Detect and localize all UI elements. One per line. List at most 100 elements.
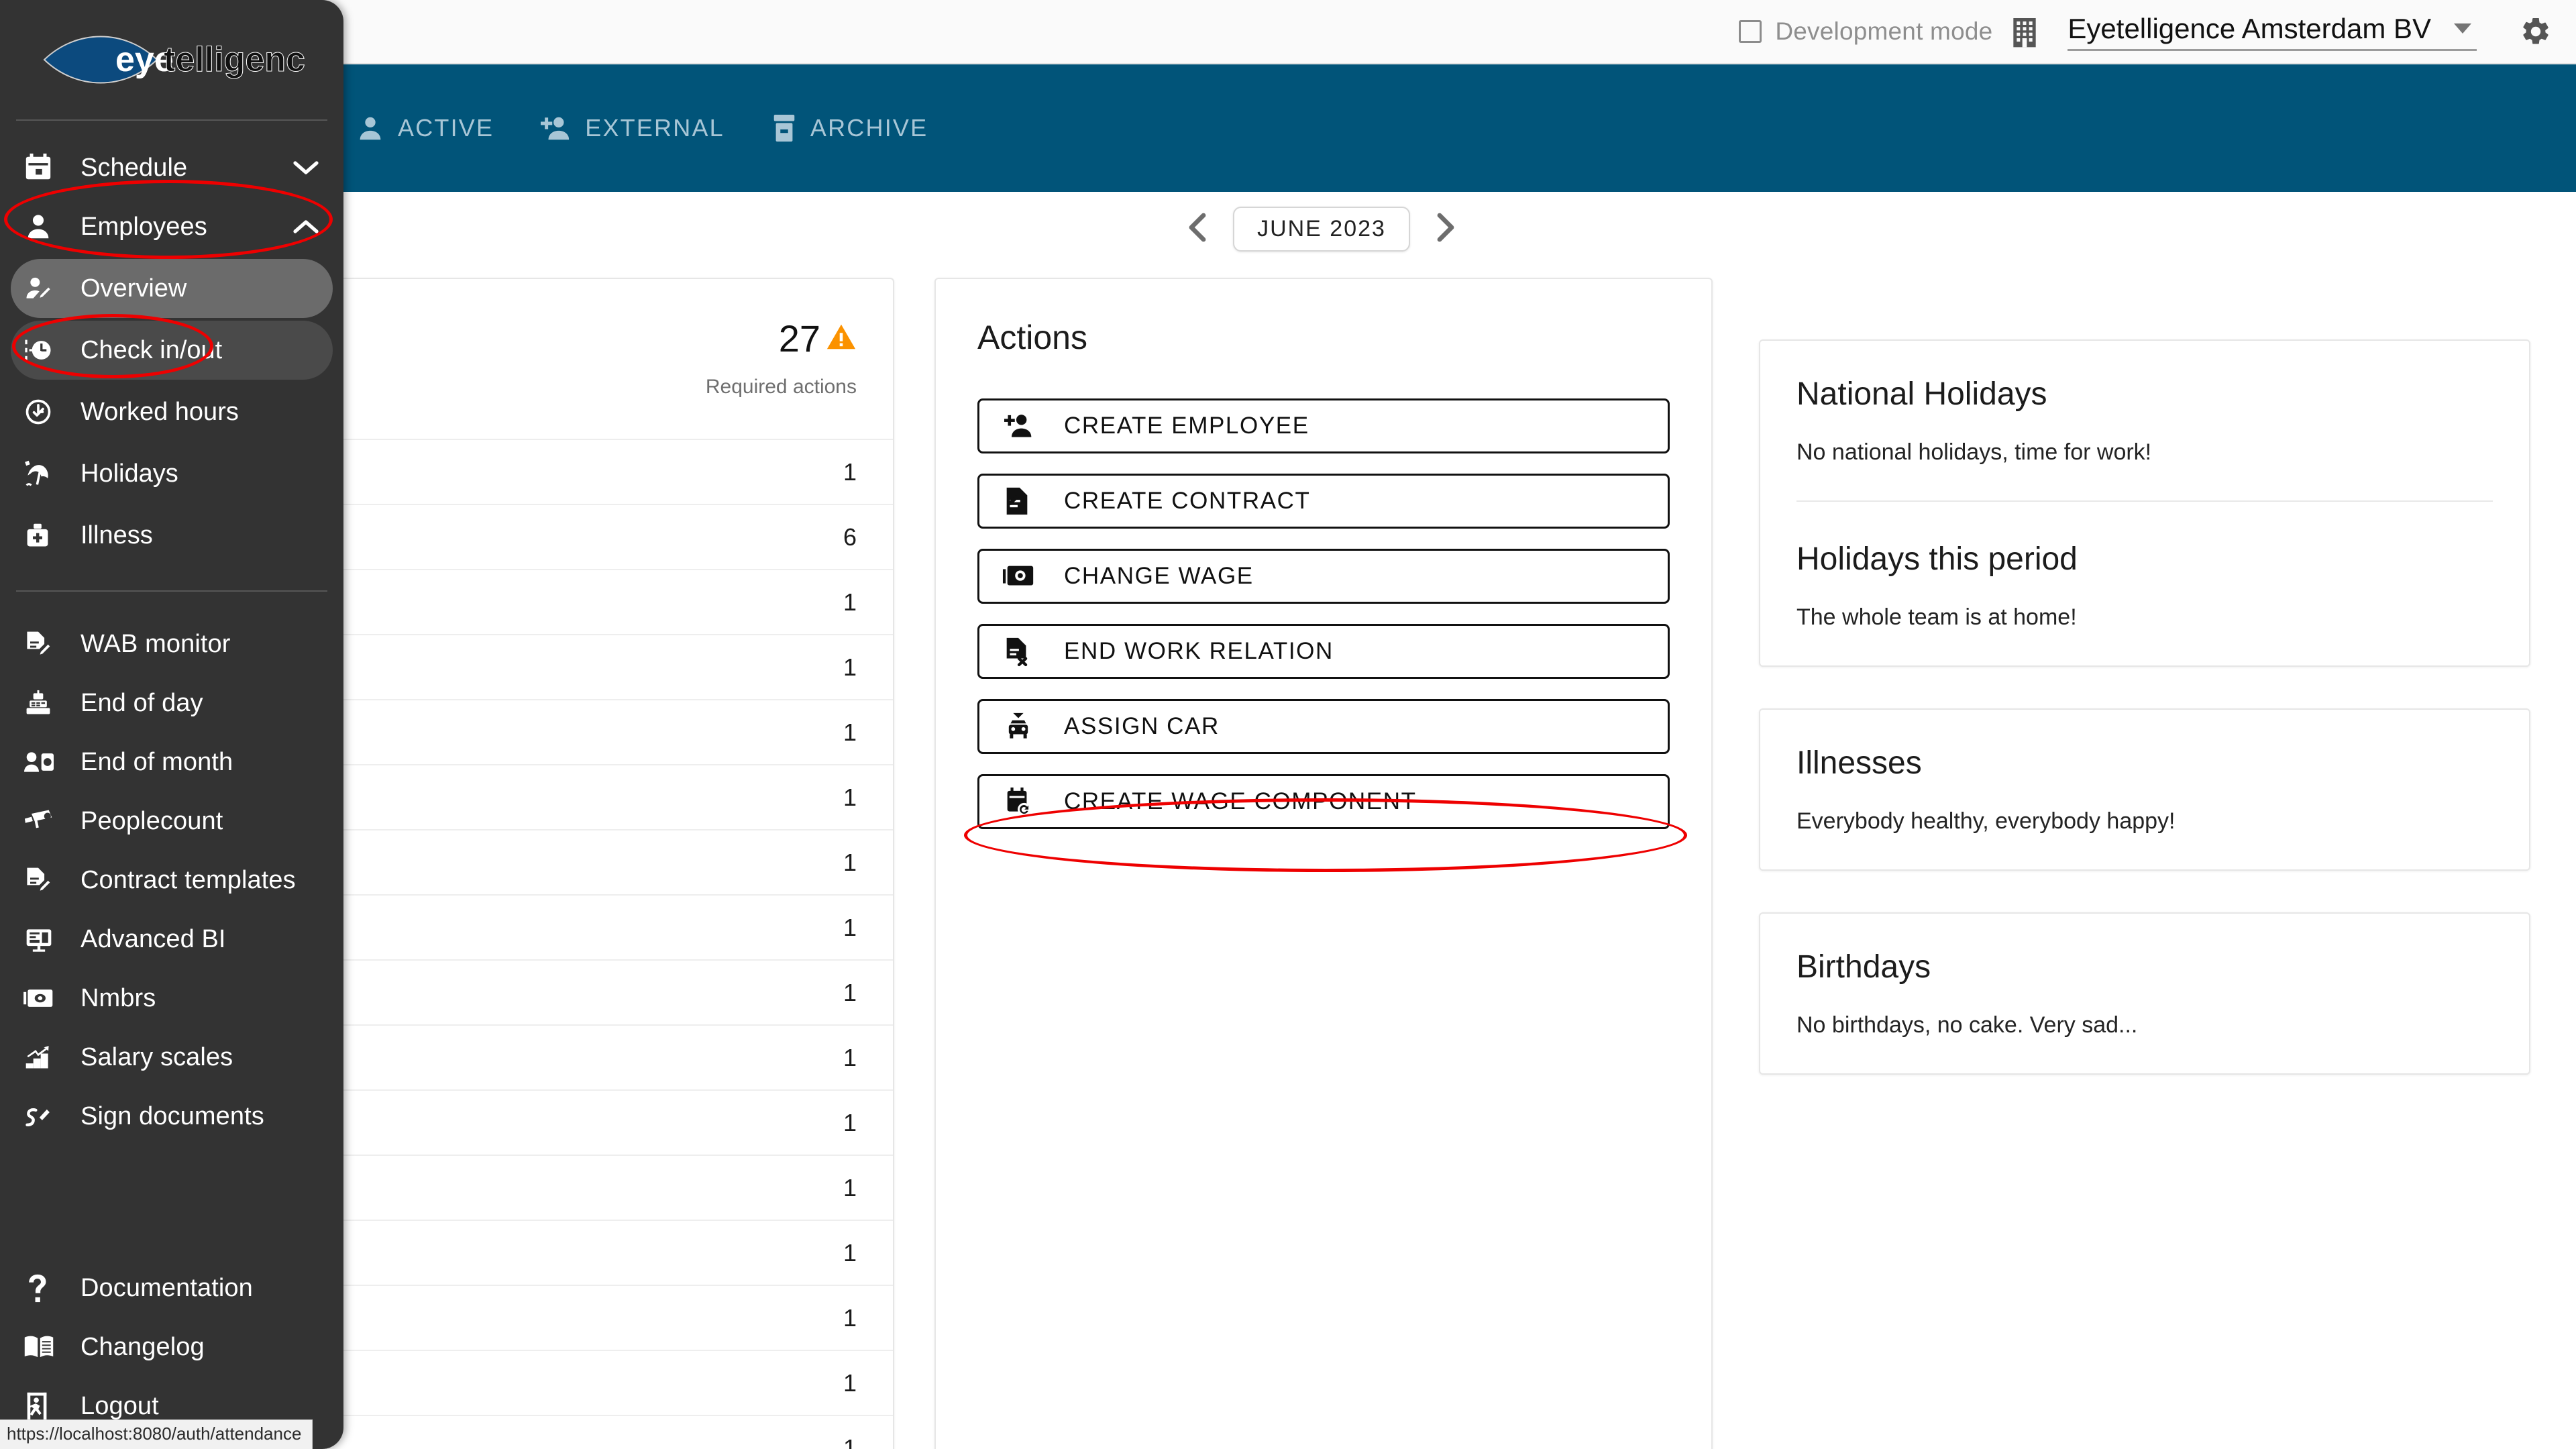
sidebar-item-overview[interactable]: Overview [11,259,333,318]
svg-text:telligence: telligence [164,40,306,79]
create-employee-button[interactable]: CREATE EMPLOYEE [977,398,1670,453]
top-header: Development mode Eyetelligence Amsterdam… [0,0,2576,64]
sidebar-item-nmbrs[interactable]: Nmbrs [0,969,343,1028]
open-book-icon [23,1333,60,1361]
card-title: National Holidays [1796,376,2047,412]
date-navigation: JUNE 2023 [926,207,1717,252]
card-body: Everybody healthy, everybody happy! [1796,808,2176,834]
warning-triangle-icon [826,322,857,355]
actions-panel: Actions CREATE EMPLOYEE CREATE CONTRACT … [934,278,1713,1449]
person-icon [23,211,60,242]
exit-door-icon [23,1391,60,1421]
assign-car-button[interactable]: ASSIGN CAR [977,699,1670,754]
question-mark-icon [23,1273,60,1303]
tab-active[interactable]: ACTIVE [332,64,517,192]
button-label: CREATE EMPLOYEE [1064,413,1309,439]
document-remove-icon [1002,636,1038,667]
development-mode-checkbox[interactable] [1739,20,1762,43]
monitor-chart-icon [23,924,60,954]
tab-label: ACTIVE [398,114,494,142]
button-label: CREATE WAGE COMPONENT [1064,788,1417,814]
person-add-icon [1002,411,1038,441]
panel-title: Actions [977,319,1087,356]
sidebar-group-label: Employees [80,212,207,241]
required-actions-count: 27 [778,317,820,360]
sidebar-item-holidays[interactable]: Holidays [11,444,333,503]
tab-bar: ACTIVE EXTERNAL ARCHIVE [0,64,2576,192]
required-actions-value: 6 [843,523,857,551]
sidebar-item-sign-documents[interactable]: Sign documents [0,1087,343,1146]
required-actions-value: 1 [843,1173,857,1201]
sidebar-navigation: Schedule Employees Overview Check in/out… [0,121,343,1258]
document-edit-icon [1002,486,1038,517]
calendar-icon [23,152,60,183]
sidebar-item-end-of-month[interactable]: End of month [0,733,343,792]
sidebar-item-worked-hours[interactable]: Worked hours [11,382,333,441]
button-label: END WORK RELATION [1064,638,1334,664]
sidebar-item-salary-scales[interactable]: Salary scales [0,1028,343,1087]
create-contract-button[interactable]: CREATE CONTRACT [977,474,1670,529]
info-cards-column: National Holidays No national holidays, … [1759,339,2530,1116]
sidebar-item-wab-monitor[interactable]: WAB monitor [0,614,343,674]
sidebar-group-employees[interactable]: Employees [0,197,343,256]
card-body-secondary: The whole team is at home! [1796,604,2077,630]
app-logo[interactable]: eye telligence [0,0,343,119]
required-actions-value: 1 [843,653,857,681]
sidebar-item-label: Documentation [80,1273,253,1302]
required-actions-value: 1 [843,978,857,1006]
document-edit-icon [23,629,60,659]
sidebar-item-peoplecount[interactable]: Peoplecount [0,792,343,851]
actions-list: CREATE EMPLOYEE CREATE CONTRACT CHANGE W… [977,398,1670,829]
sidebar-item-end-of-day[interactable]: End of day [0,674,343,733]
sidebar-item-label: Changelog [80,1332,205,1361]
required-actions-value: 1 [843,1434,857,1449]
sidebar: eye telligence Schedule [0,0,343,1449]
required-actions-value: 1 [843,718,857,746]
card-title-secondary: Holidays this period [1796,541,2078,577]
required-actions-column-header: Required actions [705,376,857,398]
sidebar-item-label: Contract templates [80,865,296,894]
required-actions-count-row: 27 [779,317,857,360]
person-icon [355,113,386,144]
required-actions-value: 1 [843,1043,857,1071]
previous-period-button[interactable] [1185,209,1210,250]
sidebar-item-changelog[interactable]: Changelog [0,1318,343,1377]
next-period-button[interactable] [1433,209,1458,250]
company-name: Eyetelligence Amsterdam BV [2068,12,2431,44]
divider [1796,500,2493,502]
create-wage-component-button[interactable]: CREATE WAGE COMPONENT [977,774,1670,829]
banknote-icon [23,985,60,1012]
archive-box-icon [770,113,798,144]
development-mode-group: Development mode Eyetelligence Amsterdam… [1739,13,2552,51]
birthdays-card: Birthdays No birthdays, no cake. Very sa… [1759,912,2530,1075]
beach-umbrella-icon [23,459,60,488]
sidebar-item-documentation[interactable]: Documentation [0,1258,343,1318]
chevron-up-icon [291,217,321,237]
sidebar-item-label: Check in/out [80,335,223,364]
sidebar-item-advanced-bi[interactable]: Advanced BI [0,910,343,969]
tab-external[interactable]: EXTERNAL [517,64,747,192]
clock-check-icon [23,397,60,427]
calendar-sync-icon [1002,786,1038,817]
sidebar-item-label: Peoplecount [80,806,223,835]
sidebar-item-check-in-out[interactable]: Check in/out [11,321,333,380]
tab-archive[interactable]: ARCHIVE [747,64,951,192]
sidebar-item-label: Nmbrs [80,983,156,1012]
sidebar-item-label: Worked hours [80,397,239,426]
company-selector[interactable]: Eyetelligence Amsterdam BV [2068,13,2477,51]
tab-label: ARCHIVE [810,114,928,142]
holidays-card: National Holidays No national holidays, … [1759,339,2530,667]
change-wage-button[interactable]: CHANGE WAGE [977,549,1670,604]
gear-icon[interactable] [2520,15,2552,48]
required-actions-value: 1 [843,783,857,811]
sidebar-item-contract-templates[interactable]: Contract templates [0,851,343,910]
current-period-label[interactable]: JUNE 2023 [1233,207,1410,252]
banknote-icon [1002,563,1038,590]
sidebar-group-schedule[interactable]: Schedule [0,138,343,197]
sidebar-item-illness[interactable]: Illness [11,506,333,565]
card-title: Illnesses [1796,745,1922,781]
end-work-relation-button[interactable]: END WORK RELATION [977,624,1670,679]
signature-icon [23,1102,60,1131]
stairs-up-icon [23,1042,60,1072]
